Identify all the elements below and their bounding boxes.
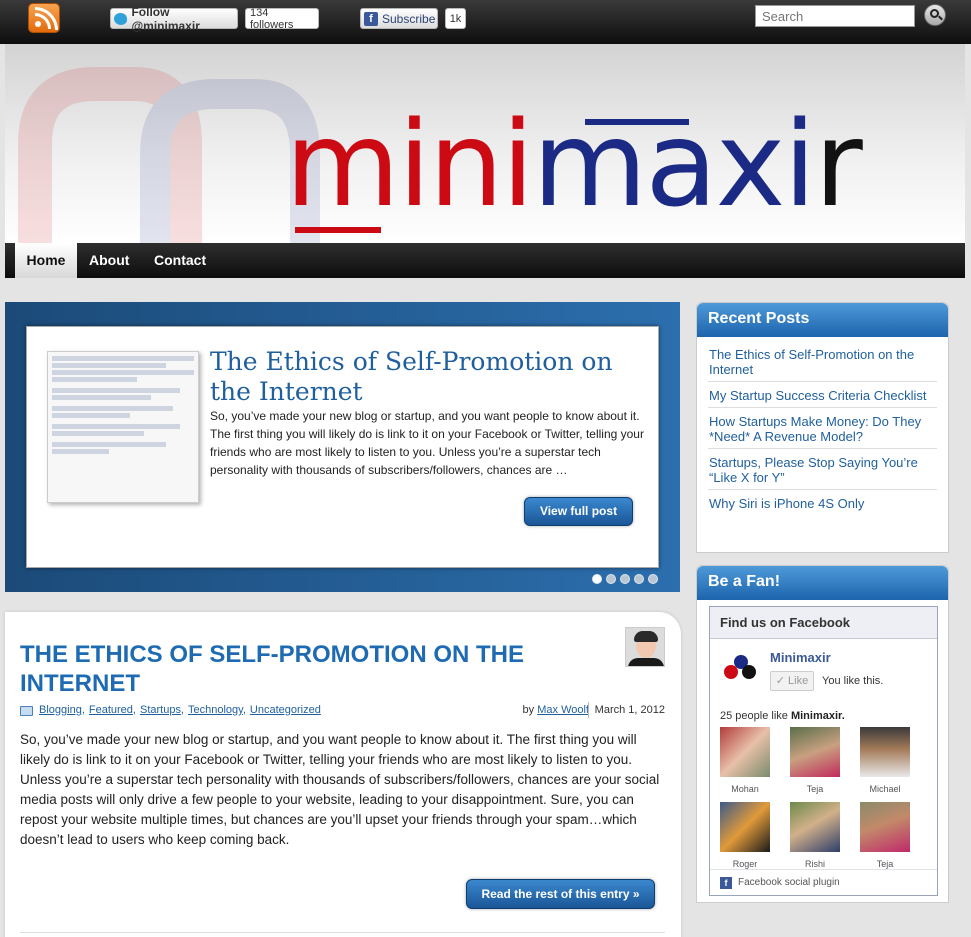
like-count: 25 people like Minimaxir. <box>720 710 845 722</box>
twitter-bird-icon <box>114 12 128 25</box>
search-button[interactable] <box>924 4 946 26</box>
facebook-plugin-footer: f Facebook social plugin <box>710 869 937 896</box>
slider-dot[interactable] <box>648 574 658 584</box>
main-nav: Home About Contact <box>5 243 965 278</box>
featured-slider: The Ethics of Self-Promotion on the Inte… <box>5 302 680 592</box>
category-link[interactable]: Featured <box>89 704 133 716</box>
list-item: The Ethics of Self-Promotion on the Inte… <box>708 345 937 382</box>
fan-widget: Be a Fan! Find us on Facebook Minimaxir … <box>696 565 949 903</box>
nav-contact[interactable]: Contact <box>154 243 206 278</box>
category-link[interactable]: Technology <box>188 704 243 716</box>
search-input[interactable] <box>755 5 915 27</box>
facebook-subscribe-button[interactable]: f Subscribe <box>360 8 438 29</box>
face-name: Mohan <box>731 784 759 794</box>
post-body: So, you’ve made your new blog or startup… <box>20 732 660 847</box>
recent-posts-list: The Ethics of Self-Promotion on the Inte… <box>708 345 937 515</box>
twitter-follower-count: 134 followers <box>245 7 319 31</box>
list-item: Why Siri is iPhone 4S Only <box>708 490 937 515</box>
logo-maxi: maxi <box>532 95 816 233</box>
face-item[interactable]: Teja <box>790 727 840 794</box>
face-item[interactable]: Rishi <box>790 802 840 869</box>
slider-dot[interactable] <box>634 574 644 584</box>
face-item[interactable]: Teja <box>860 802 910 869</box>
post-date: March 1, 2012 <box>587 702 665 718</box>
view-full-post-button[interactable]: View full post <box>524 497 633 526</box>
facebook-box-header: Find us on Facebook <box>710 607 937 639</box>
category-link[interactable]: Startups <box>140 704 181 716</box>
you-like-text: You like this. <box>822 675 884 687</box>
recent-post-link[interactable]: Startups, Please Stop Saying You’re “Lik… <box>709 455 918 485</box>
face-item[interactable]: Michael <box>860 727 910 794</box>
post-title[interactable]: The Ethics of Self-Promotion on the Inte… <box>20 640 600 698</box>
top-bar: Follow @minimaxir 134 followers f Subscr… <box>0 0 971 44</box>
recent-post-link[interactable]: My Startup Success Criteria Checklist <box>709 388 926 403</box>
facebook-icon: f <box>720 877 732 889</box>
featured-title[interactable]: The Ethics of Self-Promotion on the Inte… <box>210 347 650 407</box>
face-item[interactable]: Roger <box>720 802 770 869</box>
face-name: Teja <box>876 859 894 869</box>
author-avatar <box>625 627 665 667</box>
face-photo <box>720 727 770 777</box>
post-meta: Blogging, Featured, Startups, Technology… <box>20 702 665 720</box>
slider-dots <box>592 574 658 584</box>
face-item[interactable]: Mohan <box>720 727 770 794</box>
logo-mini: mini <box>285 95 534 233</box>
logo-overline <box>585 119 689 125</box>
like-button[interactable]: ✓ Like <box>770 671 814 691</box>
by-prefix: by <box>522 704 535 716</box>
list-item: My Startup Success Criteria Checklist <box>708 382 937 408</box>
face-name: Rishi <box>804 859 825 869</box>
face-photo <box>790 727 840 777</box>
facebook-subscriber-count: 1k <box>445 8 466 29</box>
facebook-icon: f <box>364 11 378 26</box>
logo-r: r <box>814 95 862 233</box>
slider-dot[interactable] <box>606 574 616 584</box>
category-link[interactable]: Blogging <box>39 704 82 716</box>
facebook-subscribe-label: Subscribe <box>382 11 436 26</box>
post-byline: by Max Woolf <box>523 704 589 716</box>
featured-excerpt: So, you’ve made your new blog or startup… <box>210 409 644 477</box>
featured-thumbnail[interactable] <box>47 351 199 503</box>
rss-icon[interactable] <box>28 3 60 33</box>
face-photo <box>720 802 770 852</box>
recent-posts-title: Recent Posts <box>697 303 948 337</box>
site-header: minimaxir <box>5 44 965 244</box>
site-logo[interactable]: minimaxir <box>285 94 863 234</box>
nav-home[interactable]: Home <box>15 243 77 278</box>
page-logo[interactable] <box>724 655 762 687</box>
face-name: Roger <box>732 859 758 869</box>
slider-dot[interactable] <box>592 574 602 584</box>
fan-widget-title: Be a Fan! <box>697 566 948 600</box>
category-link[interactable]: Uncategorized <box>250 704 321 716</box>
face-photo <box>860 727 910 777</box>
recent-posts-widget: Recent Posts The Ethics of Self-Promotio… <box>696 302 949 553</box>
recent-post-link[interactable]: How Startups Make Money: Do They *Need* … <box>709 414 921 444</box>
face-photo <box>860 802 910 852</box>
face-name: Teja <box>806 784 824 794</box>
twitter-follow-button[interactable]: Follow @minimaxir <box>110 5 238 33</box>
author-link[interactable]: Max Woolf <box>537 704 589 716</box>
recent-post-link[interactable]: Why Siri is iPhone 4S Only <box>709 496 864 511</box>
facebook-plugin-label[interactable]: Facebook social plugin <box>738 877 840 888</box>
logo-underline <box>295 227 381 233</box>
face-name: Michael <box>869 784 901 794</box>
nav-about[interactable]: About <box>89 243 129 278</box>
list-item: Startups, Please Stop Saying You’re “Lik… <box>708 449 937 490</box>
like-count-prefix: 25 people like <box>720 710 788 722</box>
twitter-follow-label: Follow @minimaxir <box>131 4 200 33</box>
post-categories: Blogging, Featured, Startups, Technology… <box>39 704 321 716</box>
facebook-like-box: Find us on Facebook Minimaxir ✓ Like You… <box>709 606 938 896</box>
like-count-name: Minimaxir. <box>790 710 845 722</box>
blog-post: The Ethics of Self-Promotion on the Inte… <box>5 612 681 937</box>
face-photo <box>790 802 840 852</box>
recent-post-link[interactable]: The Ethics of Self-Promotion on the Inte… <box>709 347 914 377</box>
read-more-button[interactable]: Read the rest of this entry » <box>466 879 655 909</box>
featured-card: The Ethics of Self-Promotion on the Inte… <box>26 326 659 568</box>
like-button-label: Like <box>788 675 809 687</box>
list-item: How Startups Make Money: Do They *Need* … <box>708 408 937 449</box>
folder-icon <box>20 706 33 716</box>
slider-dot[interactable] <box>620 574 630 584</box>
facebook-page-name[interactable]: Minimaxir <box>770 650 831 665</box>
post-divider <box>20 932 665 933</box>
